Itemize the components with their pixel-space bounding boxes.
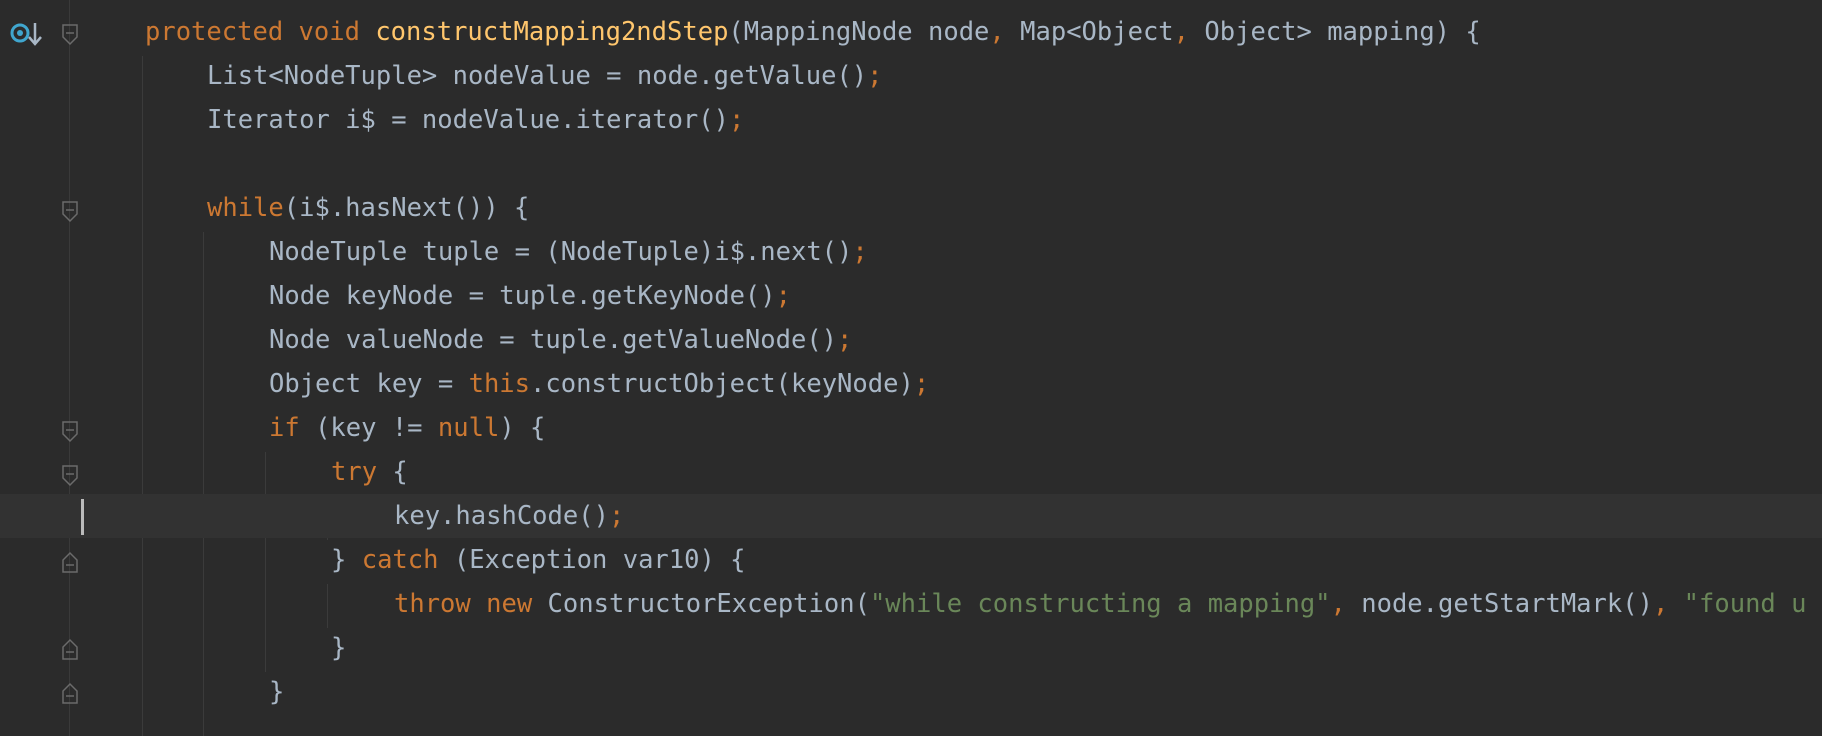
code-line-text: Iterator i$ = nodeValue.iterator(); <box>207 98 744 142</box>
code-token: Node valueNode = tuple.getValueNode() <box>269 325 838 355</box>
code-line[interactable]: } catch (Exception var10) { <box>0 538 1822 582</box>
code-line[interactable]: List<NodeTuple> nodeValue = node.getValu… <box>0 54 1822 98</box>
code-line[interactable]: try { <box>0 450 1822 494</box>
code-line-text: Object key = this.constructObject(keyNod… <box>269 362 929 406</box>
code-token: new <box>486 589 533 619</box>
code-token: , <box>1652 589 1669 619</box>
code-line-text: } <box>331 626 346 670</box>
code-token: catch <box>361 545 439 575</box>
code-token: Object> mapping) { <box>1189 17 1481 47</box>
code-token: NodeTuple tuple = (NodeTuple)i$.next() <box>269 237 853 267</box>
code-line[interactable]: } <box>0 626 1822 670</box>
code-token: null <box>437 413 500 443</box>
code-token: (MappingNode node <box>728 17 990 47</box>
code-token: while <box>207 193 284 223</box>
code-line[interactable]: Node keyNode = tuple.getKeyNode(); <box>0 274 1822 318</box>
code-line-text: if (key != null) { <box>269 406 545 450</box>
code-token: protected <box>145 17 284 47</box>
code-line-text: NodeTuple tuple = (NodeTuple)i$.next(); <box>269 230 868 274</box>
code-token: ; <box>775 281 791 311</box>
code-line-text: key.hashCode(); <box>394 494 624 538</box>
code-token: this <box>468 369 531 399</box>
code-line[interactable]: Object key = this.constructObject(keyNod… <box>0 362 1822 406</box>
code-token: Object key = <box>269 369 469 399</box>
code-line[interactable]: while(i$.hasNext()) { <box>0 186 1822 230</box>
code-token: key.hashCode() <box>394 501 609 531</box>
code-line[interactable]: protected void constructMapping2ndStep(M… <box>0 10 1822 54</box>
code-token: node.getStartMark() <box>1345 589 1653 619</box>
code-line-text: throw new ConstructorException("while co… <box>394 582 1806 626</box>
code-token: (key != <box>299 413 438 443</box>
code-line-text: Node keyNode = tuple.getKeyNode(); <box>269 274 791 318</box>
code-line[interactable]: NodeTuple tuple = (NodeTuple)i$.next(); <box>0 230 1822 274</box>
code-token: ; <box>837 325 853 355</box>
code-line[interactable]: Node valueNode = tuple.getValueNode(); <box>0 318 1822 362</box>
code-token: , <box>1173 17 1190 47</box>
code-token: ; <box>608 501 625 531</box>
code-line-text: List<NodeTuple> nodeValue = node.getValu… <box>207 54 883 98</box>
code-token: .constructObject(keyNode) <box>530 369 914 399</box>
code-line-text: while(i$.hasNext()) { <box>207 186 529 230</box>
code-line[interactable]: } <box>0 670 1822 714</box>
code-token: constructMapping2ndStep <box>375 17 729 47</box>
code-token: } <box>331 545 362 575</box>
code-token: throw <box>394 589 471 619</box>
code-token: "found u <box>1683 589 1807 619</box>
code-line[interactable]: if (key != null) { <box>0 406 1822 450</box>
code-line-text: protected void constructMapping2ndStep(M… <box>145 10 1481 54</box>
code-token: ) { <box>499 413 546 443</box>
code-token: } <box>269 677 285 707</box>
code-token: { <box>377 457 408 487</box>
code-token: , <box>989 17 1005 47</box>
code-token: try <box>331 457 378 487</box>
code-token: List<NodeTuple> nodeValue = node.getValu… <box>207 61 868 91</box>
code-token: ; <box>852 237 868 267</box>
code-token: if <box>269 413 300 443</box>
code-token: "while constructing a mapping" <box>869 589 1331 619</box>
code-line-text: try { <box>331 450 408 494</box>
code-line-text: Node valueNode = tuple.getValueNode(); <box>269 318 852 362</box>
code-line-text: } <box>269 670 284 714</box>
code-token: ; <box>913 369 930 399</box>
code-token: } <box>331 633 347 663</box>
code-token: Map<Object <box>1004 17 1174 47</box>
code-token: ConstructorException( <box>532 589 870 619</box>
current-code-line[interactable]: key.hashCode(); <box>0 494 1822 538</box>
code-line[interactable]: throw new ConstructorException("while co… <box>0 582 1822 626</box>
code-token: void <box>298 17 360 47</box>
code-token: (Exception var10) { <box>438 545 746 575</box>
code-line[interactable] <box>0 142 1822 186</box>
code-token: , <box>1330 589 1346 619</box>
code-token: Node keyNode = tuple.getKeyNode() <box>269 281 776 311</box>
code-editor[interactable]: protected void constructMapping2ndStep(M… <box>0 0 1822 736</box>
code-token: ; <box>867 61 883 91</box>
text-caret <box>81 499 84 535</box>
code-area[interactable]: protected void constructMapping2ndStep(M… <box>0 0 1822 736</box>
code-token: Iterator i$ = nodeValue.iterator() <box>207 105 729 135</box>
code-token: (i$.hasNext()) { <box>283 193 530 223</box>
code-line[interactable]: Iterator i$ = nodeValue.iterator(); <box>0 98 1822 142</box>
code-line-text: } catch (Exception var10) { <box>331 538 746 582</box>
code-token: ; <box>728 105 745 135</box>
